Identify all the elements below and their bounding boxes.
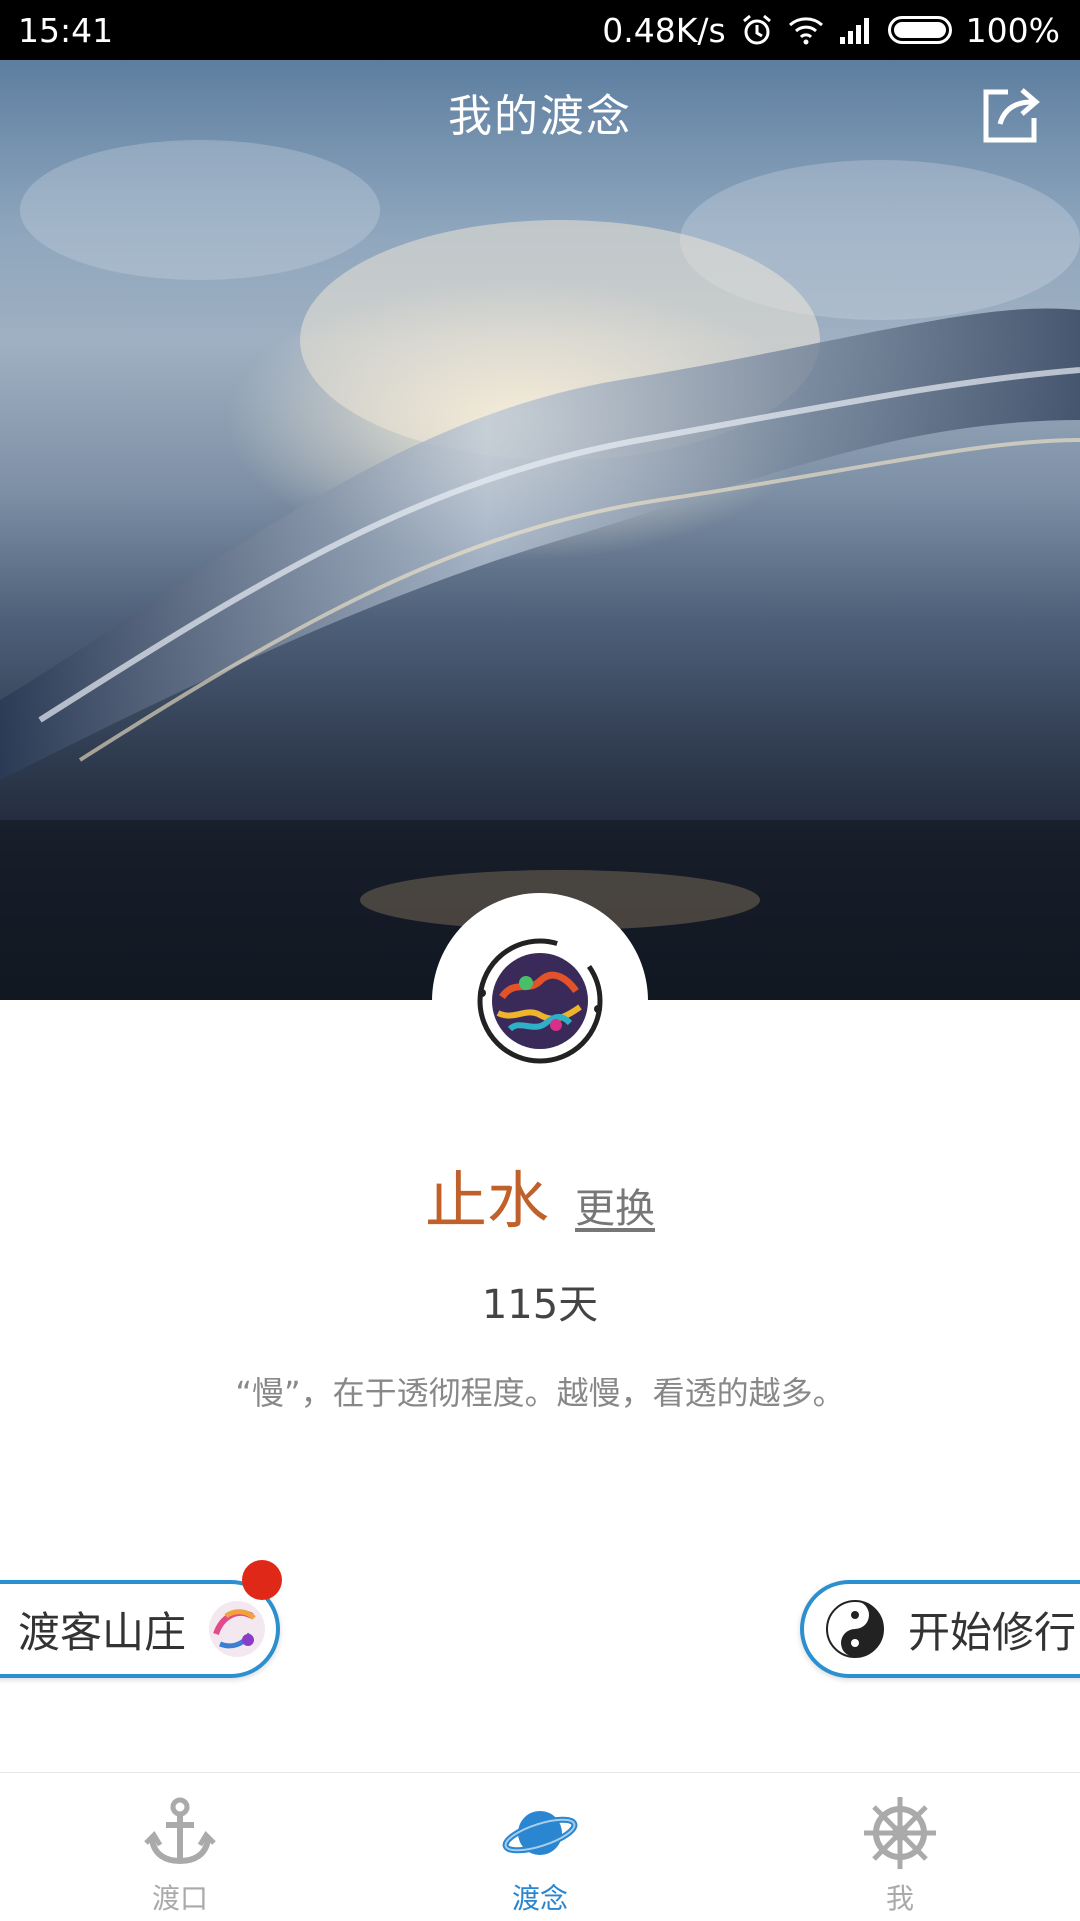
profile-name: 止水 <box>424 1164 549 1237</box>
planet-icon <box>500 1793 580 1873</box>
change-link[interactable]: 更换 <box>575 1176 655 1234</box>
tab-me-label: 我 <box>885 1882 914 1915</box>
dukeshanzhuang-button[interactable]: 渡客山庄 <box>0 1580 280 1678</box>
battery-icon <box>887 16 952 44</box>
page-title: 我的渡念 <box>448 91 632 142</box>
status-time: 15:41 <box>18 10 114 50</box>
bottom-nav: 渡口 渡念 我 <box>0 1772 1080 1921</box>
net-speed: 0.48K/s <box>602 10 726 50</box>
dukeshanzhuang-label: 渡客山庄 <box>18 1607 187 1657</box>
avatar-image <box>477 938 603 1064</box>
alarm-icon <box>740 13 774 47</box>
start-practice-label: 开始修行 <box>908 1607 1077 1657</box>
water-splash-image <box>0 140 1080 1000</box>
notification-badge <box>242 1560 282 1600</box>
battery-percent: 100% <box>965 10 1060 50</box>
profile-quote: “慢”，在于透彻程度。越慢，看透的越多。 <box>235 1374 845 1412</box>
status-bar: 15:41 0.48K/s 100% <box>0 0 1080 60</box>
name-row: 止水 更换 <box>0 1150 1080 1240</box>
tab-dunian[interactable]: 渡念 <box>360 1773 720 1921</box>
tab-dunian-label: 渡念 <box>511 1882 568 1915</box>
days-count: 115天 <box>481 1282 599 1328</box>
tab-dukou[interactable]: 渡口 <box>0 1773 360 1921</box>
painted-swirl-icon <box>202 1594 272 1664</box>
signal-icon <box>838 15 874 45</box>
share-icon[interactable] <box>978 82 1044 148</box>
tab-me[interactable]: 我 <box>720 1773 1080 1921</box>
hero-banner: 我的渡念 <box>0 60 1080 1000</box>
anchor-icon <box>140 1793 220 1873</box>
wifi-icon <box>788 15 824 45</box>
start-practice-button[interactable]: 开始修行 <box>800 1580 1080 1678</box>
ship-wheel-icon <box>860 1793 940 1873</box>
yin-yang-icon <box>820 1594 890 1664</box>
avatar[interactable] <box>432 893 648 1109</box>
tab-dukou-label: 渡口 <box>151 1882 208 1915</box>
